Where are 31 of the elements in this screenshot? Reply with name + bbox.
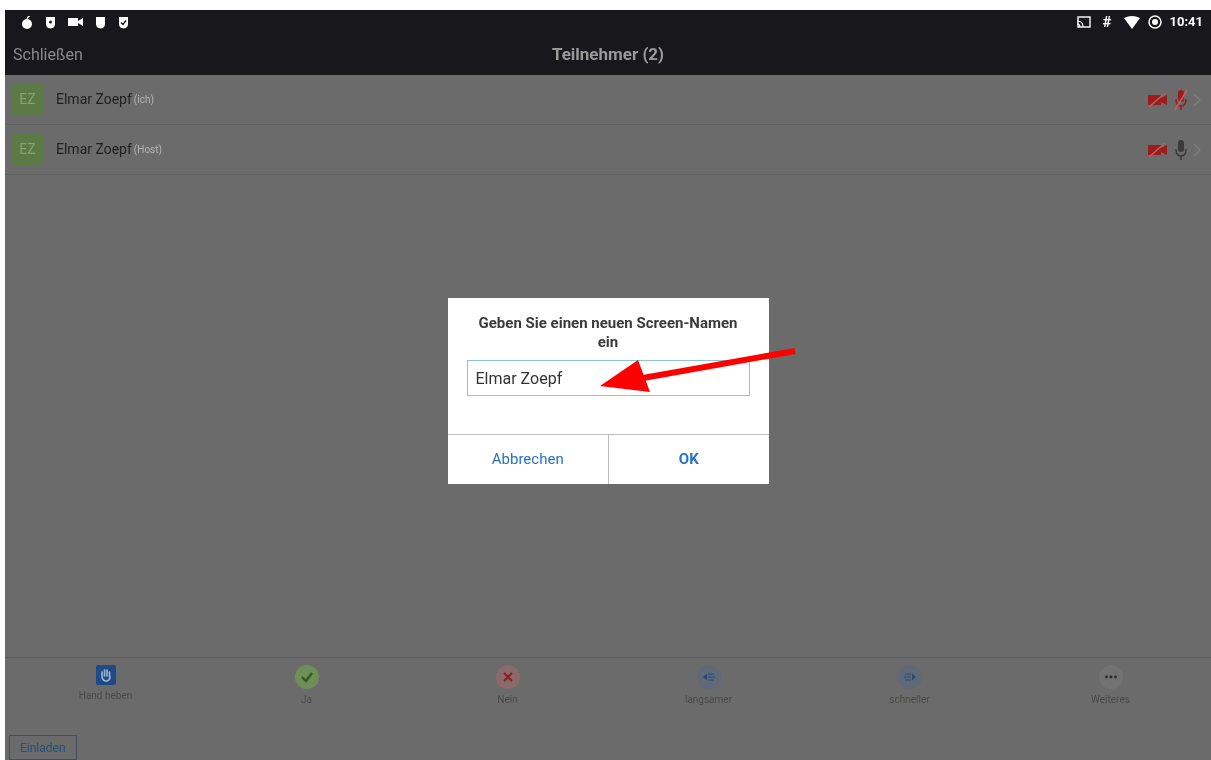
raised-hand-icon <box>95 665 116 685</box>
dialog-title: Geben Sie einen neuen Screen-Namen ein <box>477 313 739 352</box>
name-input-field[interactable]: Elmar Zoepf <box>466 360 750 396</box>
faster-icon <box>897 665 922 689</box>
cast-icon <box>1075 16 1091 28</box>
dialog-button[interactable]: Abbrechen <box>447 435 608 484</box>
shield-icon <box>95 15 106 29</box>
invite-button[interactable]: Einladen <box>9 735 77 760</box>
more-icon <box>1098 665 1123 689</box>
clock-time: 10:41 <box>1169 13 1203 32</box>
dialog-button[interactable]: OK <box>608 435 769 484</box>
check-icon <box>294 665 319 689</box>
shield-check-icon <box>118 15 129 29</box>
apple-icon <box>21 15 33 29</box>
cross-icon <box>495 665 520 689</box>
video-off-icon <box>1147 141 1169 158</box>
close-button[interactable]: Schließen <box>13 42 83 67</box>
screen-title: Teilnehmer (2) <box>551 42 665 66</box>
slower-icon <box>696 665 721 689</box>
wifi-icon <box>1123 15 1140 29</box>
video-camera-icon <box>68 17 83 27</box>
shield-question-icon <box>45 15 56 29</box>
video-off-icon <box>1147 91 1169 108</box>
hash-indicator: # <box>1102 11 1112 33</box>
mic-off-icon <box>1173 88 1189 111</box>
participant-name: Elmar Zoepf <box>56 140 132 159</box>
data-saver-icon <box>1147 15 1162 29</box>
participant-role: (Host) <box>133 143 163 157</box>
mic-icon <box>1173 138 1189 161</box>
participant-name: Elmar Zoepf <box>56 90 132 109</box>
participant-role: (ich) <box>133 93 154 107</box>
